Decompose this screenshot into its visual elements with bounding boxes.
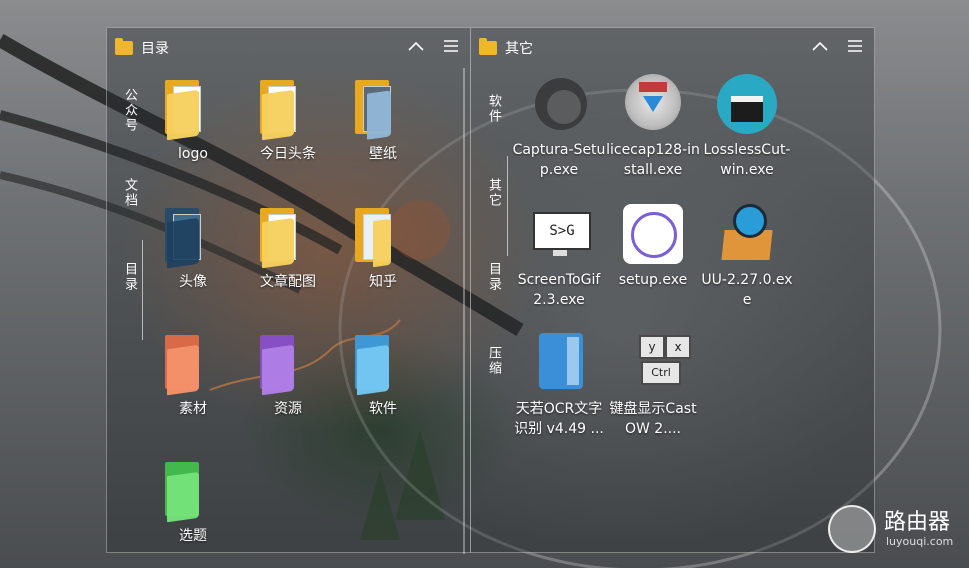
folder-image-icon (161, 206, 225, 270)
folder-green-icon (161, 460, 225, 524)
desktop-item-zhihu[interactable]: 知乎 (335, 206, 431, 292)
fences-panel-other[interactable]: 其它 软件 其它 目录 压缩 Captura-Setup.exe licecap… (470, 27, 875, 553)
desktop-item-licecap[interactable]: licecap128-install.exe (605, 74, 701, 180)
desktop-item-resources[interactable]: 资源 (240, 333, 336, 419)
desktop-item-logo[interactable]: logo (145, 78, 241, 164)
collapse-chevron-up-icon[interactable] (811, 38, 829, 60)
desktop-item-screentogif[interactable]: S>G ScreenToGif 2.3.exe (511, 204, 607, 310)
folder-documents-icon (256, 206, 320, 270)
screentogif-icon: S>G (527, 204, 591, 268)
desktop-item-captura[interactable]: Captura-Setup.exe (511, 74, 607, 180)
licecap-icon (621, 74, 685, 138)
tab-directory[interactable]: 目录 (481, 262, 503, 292)
captura-icon (527, 74, 591, 138)
folder-documents-icon (256, 78, 320, 142)
watermark-luyouqi: 路由器 luyouqi.com (828, 505, 953, 553)
desktop-item-topics[interactable]: 选题 (145, 460, 241, 546)
tab-gongzhonghao[interactable]: 公众号 (117, 88, 139, 133)
desktop-item-castow[interactable]: y x Ctrl 键盘显示CastOW 2.... (605, 333, 701, 439)
tab-compressed[interactable]: 压缩 (481, 346, 503, 376)
active-tab-indicator (507, 156, 508, 256)
tab-documents[interactable]: 文档 (117, 178, 139, 208)
active-tab-indicator (142, 240, 143, 340)
folder-icon (115, 38, 133, 55)
folder-purple-icon (256, 333, 320, 397)
uu-accelerator-icon (715, 204, 779, 268)
desktop-item-toutiao[interactable]: 今日头条 (240, 78, 336, 164)
desktop-item-material[interactable]: 素材 (145, 333, 241, 419)
desktop-item-article-images[interactable]: 文章配图 (240, 206, 336, 292)
keyboard-keys-icon: y x Ctrl (621, 333, 691, 397)
desktop-item-losslesscut[interactable]: LosslessCut-win.exe (699, 74, 795, 180)
desktop-item-tianruo-ocr[interactable]: 天若OCR文字识别 v4.49 ... (511, 333, 607, 439)
desktop-item-avatar[interactable]: 头像 (145, 206, 241, 292)
tab-other[interactable]: 其它 (481, 178, 503, 208)
folder-image-icon (351, 206, 415, 270)
folder-blue-icon (351, 333, 415, 397)
desktop-item-uu[interactable]: UU-2.27.0.exe (699, 204, 795, 310)
scrollbar[interactable] (463, 68, 465, 554)
folder-documents-icon (161, 78, 225, 142)
desktop-item-setup[interactable]: setup.exe (605, 204, 701, 290)
tab-directory[interactable]: 目录 (117, 262, 139, 292)
losslesscut-icon (715, 74, 779, 138)
panel-title[interactable]: 目录 (115, 38, 169, 58)
ocr-notebook-icon (527, 333, 591, 397)
fences-panel-directory[interactable]: 目录 公众号 文档 目录 logo 今日头条 壁纸 头像 文章配图 知乎 素材 … (106, 27, 471, 554)
tab-software[interactable]: 软件 (481, 94, 503, 124)
router-logo-icon (828, 505, 876, 553)
folder-wallpaper-icon (351, 78, 415, 142)
menu-hamburger-icon[interactable] (847, 38, 863, 58)
setup-ring-icon (621, 204, 685, 268)
collapse-chevron-up-icon[interactable] (407, 38, 425, 60)
panel-title[interactable]: 其它 (479, 38, 533, 58)
menu-hamburger-icon[interactable] (443, 38, 459, 58)
folder-orange-icon (161, 333, 225, 397)
desktop-item-software[interactable]: 软件 (335, 333, 431, 419)
folder-icon (479, 38, 497, 55)
desktop-item-wallpaper[interactable]: 壁纸 (335, 78, 431, 164)
